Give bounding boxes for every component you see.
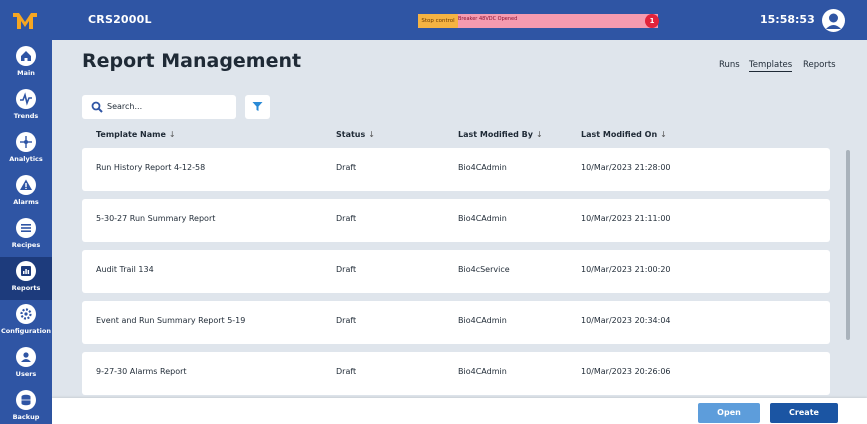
status-cell: Draft <box>336 316 357 325</box>
table-row[interactable]: 5-30-27 Run Summary Report Draft Bio4CAd… <box>82 199 830 242</box>
modified-on-cell: 10/Mar/2023 21:00:20 <box>581 265 671 274</box>
sidebar-item-label: Reports <box>11 284 41 292</box>
sort-arrow-icon: ↓ <box>535 130 543 139</box>
modified-by-cell: Bio4cService <box>458 265 510 274</box>
column-header-status[interactable]: Status ↓ <box>336 130 375 139</box>
backup-icon <box>16 390 36 410</box>
sort-arrow-icon: ↓ <box>368 130 375 139</box>
status-cell: Draft <box>336 163 357 172</box>
modified-on-cell: 10/Mar/2023 20:34:04 <box>581 316 671 325</box>
sidebar-item-analytics[interactable]: Analytics <box>0 128 52 171</box>
sidebar-item-label: Configuration <box>1 327 51 335</box>
column-header-template-name[interactable]: Template Name ↓ <box>96 130 176 139</box>
table-row[interactable]: Audit Trail 134 Draft Bio4cService 10/Ma… <box>82 250 830 293</box>
sidebar-item-label: Alarms <box>13 198 39 206</box>
column-header-label: Status <box>336 130 366 139</box>
create-button[interactable]: Create <box>770 403 838 423</box>
modified-by-cell: Bio4CAdmin <box>458 163 507 172</box>
search-icon <box>91 101 103 113</box>
sidebar-item-alarms[interactable]: Alarms <box>0 171 52 214</box>
status-cell: Draft <box>336 367 357 376</box>
alarm-banner[interactable]: Stop control Breaker 48VDC Opened 1 <box>418 14 659 28</box>
sidebar-item-label: Backup <box>12 413 40 421</box>
sidebar: Main Trends Analytics Alarms Recipes Rep… <box>0 40 52 424</box>
top-bar: CRS2000L Stop control Breaker 48VDC Open… <box>0 0 867 40</box>
app-title: CRS2000L <box>88 13 152 26</box>
sidebar-item-configuration[interactable]: Configuration <box>0 300 52 343</box>
open-button[interactable]: Open <box>698 403 760 423</box>
stop-control-button[interactable]: Stop control <box>418 14 458 28</box>
sidebar-item-recipes[interactable]: Recipes <box>0 214 52 257</box>
modified-by-cell: Bio4CAdmin <box>458 316 507 325</box>
modified-on-cell: 10/Mar/2023 21:28:00 <box>581 163 671 172</box>
modified-on-cell: 10/Mar/2023 21:11:00 <box>581 214 671 223</box>
recipes-icon <box>16 218 36 238</box>
reports-icon <box>16 261 36 281</box>
users-icon <box>16 347 36 367</box>
tab-templates[interactable]: Templates <box>749 60 793 72</box>
search-input[interactable]: Search... <box>82 95 236 119</box>
tab-reports[interactable]: Reports <box>803 60 836 70</box>
scrollbar[interactable] <box>846 150 850 340</box>
sidebar-item-users[interactable]: Users <box>0 343 52 386</box>
filter-icon <box>252 102 263 111</box>
template-name-cell: 9-27-30 Alarms Report <box>96 367 187 376</box>
status-cell: Draft <box>336 214 357 223</box>
search-placeholder: Search... <box>107 102 143 111</box>
user-avatar-icon[interactable] <box>822 9 845 32</box>
template-name-cell: Run History Report 4-12-58 <box>96 163 206 172</box>
alarm-icon <box>16 175 36 195</box>
filter-button[interactable] <box>245 95 270 119</box>
template-name-cell: 5-30-27 Run Summary Report <box>96 214 216 223</box>
template-name-cell: Event and Run Summary Report 5-19 <box>96 316 246 325</box>
clock: 15:58:53 <box>760 13 815 26</box>
table-row[interactable]: Event and Run Summary Report 5-19 Draft … <box>82 301 830 344</box>
sidebar-item-label: Main <box>17 69 35 77</box>
column-header-label: Last Modified By <box>458 130 533 139</box>
column-header-label: Last Modified On <box>581 130 658 139</box>
column-header-label: Template Name <box>96 130 166 139</box>
page-title: Report Management <box>82 50 302 72</box>
alarm-count-badge[interactable]: 1 <box>645 14 659 28</box>
sidebar-item-backup[interactable]: Backup <box>0 386 52 424</box>
sort-arrow-icon: ↓ <box>660 130 667 139</box>
modified-by-cell: Bio4CAdmin <box>458 367 507 376</box>
sidebar-item-label: Recipes <box>11 241 41 249</box>
configuration-icon <box>16 304 36 324</box>
trends-icon <box>16 89 36 109</box>
table-row[interactable]: Run History Report 4-12-58 Draft Bio4CAd… <box>82 148 830 191</box>
column-header-last-modified-by[interactable]: Last Modified By ↓ <box>458 130 543 139</box>
sort-arrow-icon: ↓ <box>168 130 176 139</box>
sidebar-item-reports[interactable]: Reports <box>0 257 52 300</box>
analytics-icon <box>16 132 36 152</box>
home-icon <box>16 46 36 66</box>
modified-on-cell: 10/Mar/2023 20:26:06 <box>581 367 671 376</box>
column-header-last-modified-on[interactable]: Last Modified On ↓ <box>581 130 667 139</box>
logo-icon <box>13 13 37 29</box>
template-name-cell: Audit Trail 134 <box>96 265 154 274</box>
sidebar-item-trends[interactable]: Trends <box>0 85 52 128</box>
table-row[interactable]: 9-27-30 Alarms Report Draft Bio4CAdmin 1… <box>82 352 830 395</box>
modified-by-cell: Bio4CAdmin <box>458 214 507 223</box>
sidebar-item-label: Users <box>15 370 37 378</box>
sidebar-item-label: Trends <box>13 112 39 120</box>
status-cell: Draft <box>336 265 357 274</box>
sidebar-item-label: Analytics <box>9 155 43 163</box>
sidebar-item-main[interactable]: Main <box>0 42 52 85</box>
alarm-message: Breaker 48VDC Opened <box>458 16 518 22</box>
tab-runs[interactable]: Runs <box>719 60 740 70</box>
